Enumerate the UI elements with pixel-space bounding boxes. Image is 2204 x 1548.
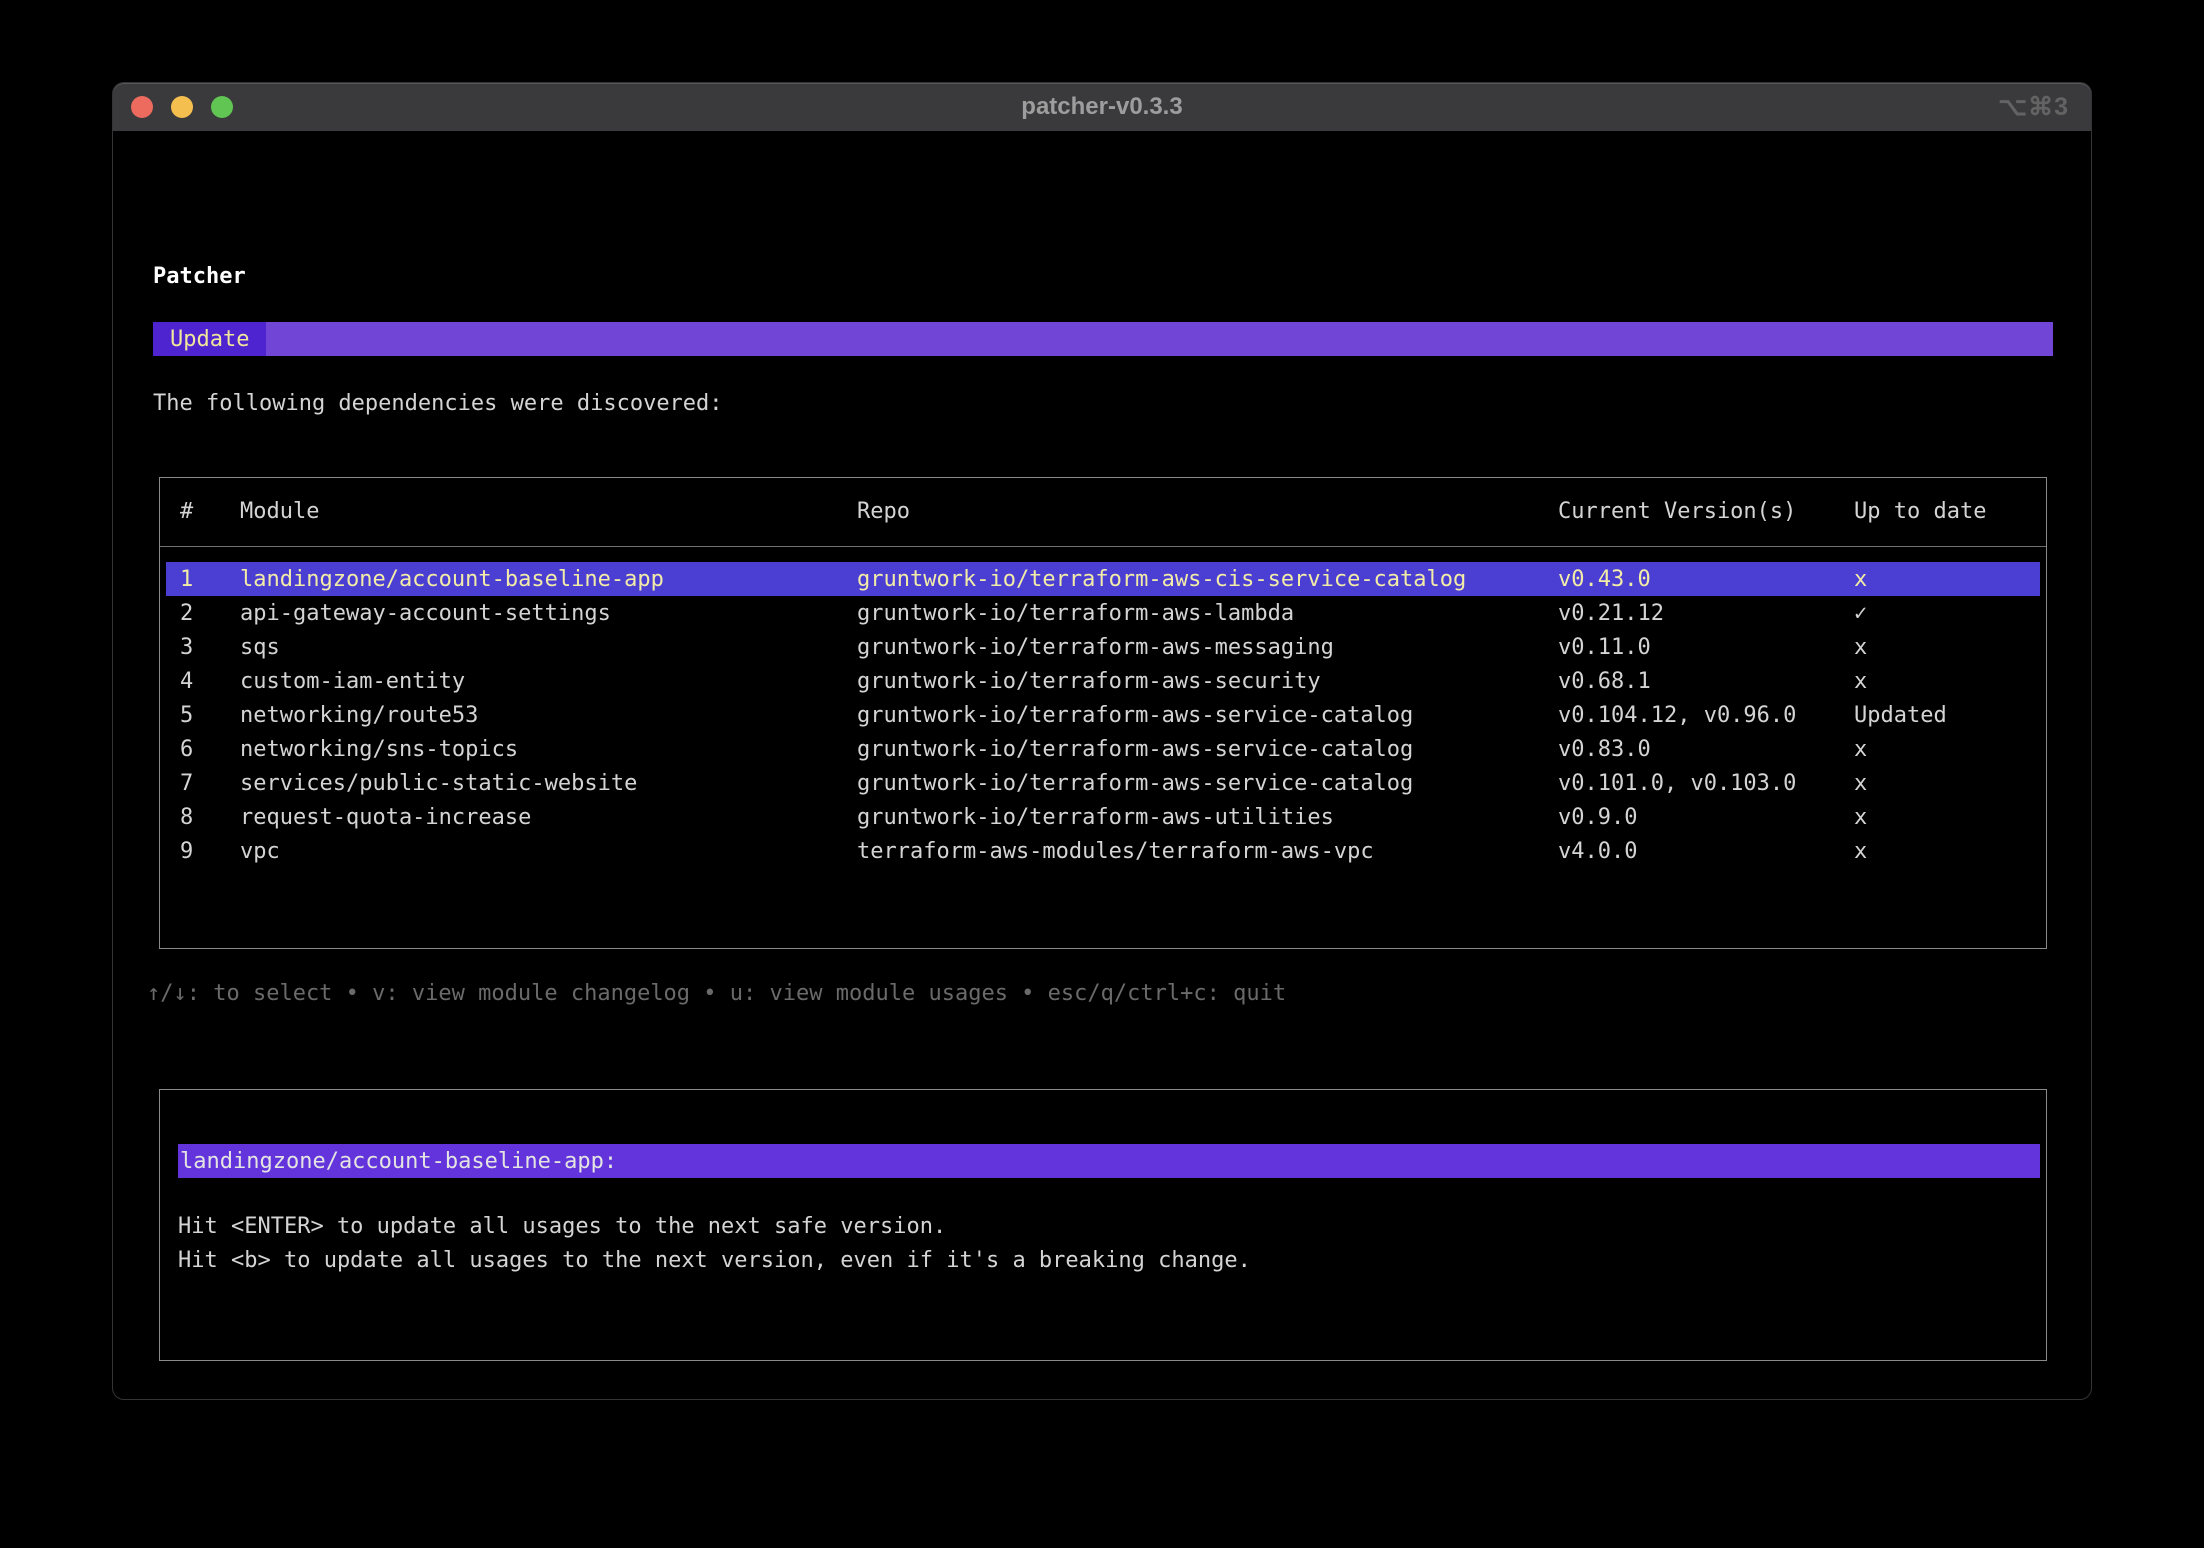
column-header-repo: Repo <box>857 499 1558 524</box>
table-row[interactable]: 7 services/public-static-website gruntwo… <box>166 766 2040 800</box>
row-module: vpc <box>240 839 857 864</box>
table-row[interactable]: 3 sqs gruntwork-io/terraform-aws-messagi… <box>166 630 2040 664</box>
row-num: 1 <box>180 567 240 592</box>
traffic-lights <box>113 96 233 118</box>
column-header-up-to-date: Up to date <box>1854 499 2040 524</box>
help-bar: ↑/↓: to select • v: view module changelo… <box>147 981 1286 1006</box>
table-row[interactable]: 6 networking/sns-topics gruntwork-io/ter… <box>166 732 2040 766</box>
desktop-background: patcher-v0.3.3 ⌥⌘3 Patcher Update The fo… <box>0 0 2204 1548</box>
app-heading: Patcher <box>153 264 246 289</box>
table-row[interactable]: 4 custom-iam-entity gruntwork-io/terrafo… <box>166 664 2040 698</box>
row-module: sqs <box>240 635 857 660</box>
tab-bar: Update <box>153 322 2053 356</box>
column-header-num: # <box>180 499 240 524</box>
row-versions: v0.11.0 <box>1558 635 1854 660</box>
row-up-to-date: x <box>1854 737 2040 762</box>
row-repo: gruntwork-io/terraform-aws-utilities <box>857 805 1558 830</box>
row-versions: v4.0.0 <box>1558 839 1854 864</box>
row-module: request-quota-increase <box>240 805 857 830</box>
row-module: services/public-static-website <box>240 771 857 796</box>
app-window: patcher-v0.3.3 ⌥⌘3 Patcher Update The fo… <box>112 82 2092 1400</box>
row-num: 8 <box>180 805 240 830</box>
column-header-versions: Current Version(s) <box>1558 499 1854 524</box>
detail-panel: landingzone/account-baseline-app: Hit <E… <box>159 1089 2047 1361</box>
zoom-button[interactable] <box>211 96 233 118</box>
detail-instruction-breaking: Hit <b> to update all usages to the next… <box>178 1248 1251 1273</box>
intro-text: The following dependencies were discover… <box>153 391 723 416</box>
row-num: 3 <box>180 635 240 660</box>
row-versions: v0.83.0 <box>1558 737 1854 762</box>
table-row[interactable]: 8 request-quota-increase gruntwork-io/te… <box>166 800 2040 834</box>
row-up-to-date: x <box>1854 635 2040 660</box>
dependencies-table: # Module Repo Current Version(s) Up to d… <box>159 477 2047 949</box>
row-repo: gruntwork-io/terraform-aws-service-catal… <box>857 771 1558 796</box>
row-up-to-date: x <box>1854 839 2040 864</box>
selected-module-label: landingzone/account-baseline-app: <box>178 1144 2040 1178</box>
minimize-button[interactable] <box>171 96 193 118</box>
row-num: 9 <box>180 839 240 864</box>
row-repo: gruntwork-io/terraform-aws-service-catal… <box>857 703 1558 728</box>
table-row[interactable]: 5 networking/route53 gruntwork-io/terraf… <box>166 698 2040 732</box>
row-module: landingzone/account-baseline-app <box>240 567 857 592</box>
row-num: 7 <box>180 771 240 796</box>
row-repo: gruntwork-io/terraform-aws-lambda <box>857 601 1558 626</box>
row-module: networking/sns-topics <box>240 737 857 762</box>
window-titlebar[interactable]: patcher-v0.3.3 ⌥⌘3 <box>113 83 2091 131</box>
row-module: custom-iam-entity <box>240 669 857 694</box>
row-versions: v0.9.0 <box>1558 805 1854 830</box>
window-title: patcher-v0.3.3 <box>113 93 2091 121</box>
row-num: 2 <box>180 601 240 626</box>
row-versions: v0.68.1 <box>1558 669 1854 694</box>
row-module: networking/route53 <box>240 703 857 728</box>
row-versions: v0.43.0 <box>1558 567 1854 592</box>
row-versions: v0.101.0, v0.103.0 <box>1558 771 1854 796</box>
row-up-to-date: x <box>1854 805 2040 830</box>
column-header-module: Module <box>240 499 857 524</box>
row-up-to-date: ✓ <box>1854 601 2040 626</box>
row-versions: v0.21.12 <box>1558 601 1854 626</box>
table-header: # Module Repo Current Version(s) Up to d… <box>166 494 2040 528</box>
detail-instruction-enter: Hit <ENTER> to update all usages to the … <box>178 1214 946 1239</box>
row-repo: gruntwork-io/terraform-aws-messaging <box>857 635 1558 660</box>
table-header-divider <box>160 546 2046 547</box>
terminal-content: Patcher Update The following dependencie… <box>113 131 2091 1399</box>
row-num: 4 <box>180 669 240 694</box>
row-repo: gruntwork-io/terraform-aws-security <box>857 669 1558 694</box>
row-up-to-date: x <box>1854 567 2040 592</box>
table-row[interactable]: 2 api-gateway-account-settings gruntwork… <box>166 596 2040 630</box>
close-button[interactable] <box>131 96 153 118</box>
table-row[interactable]: 9 vpc terraform-aws-modules/terraform-aw… <box>166 834 2040 868</box>
row-module: api-gateway-account-settings <box>240 601 857 626</box>
row-num: 5 <box>180 703 240 728</box>
row-up-to-date: Updated <box>1854 703 2040 728</box>
tab-update[interactable]: Update <box>153 322 266 356</box>
row-repo: terraform-aws-modules/terraform-aws-vpc <box>857 839 1558 864</box>
row-up-to-date: x <box>1854 771 2040 796</box>
row-repo: gruntwork-io/terraform-aws-service-catal… <box>857 737 1558 762</box>
row-up-to-date: x <box>1854 669 2040 694</box>
window-shortcut-hint: ⌥⌘3 <box>1998 92 2069 122</box>
table-row[interactable]: 1 landingzone/account-baseline-app grunt… <box>166 562 2040 596</box>
row-versions: v0.104.12, v0.96.0 <box>1558 703 1854 728</box>
table-body: 1 landingzone/account-baseline-app grunt… <box>160 562 2046 868</box>
row-repo: gruntwork-io/terraform-aws-cis-service-c… <box>857 567 1558 592</box>
row-num: 6 <box>180 737 240 762</box>
